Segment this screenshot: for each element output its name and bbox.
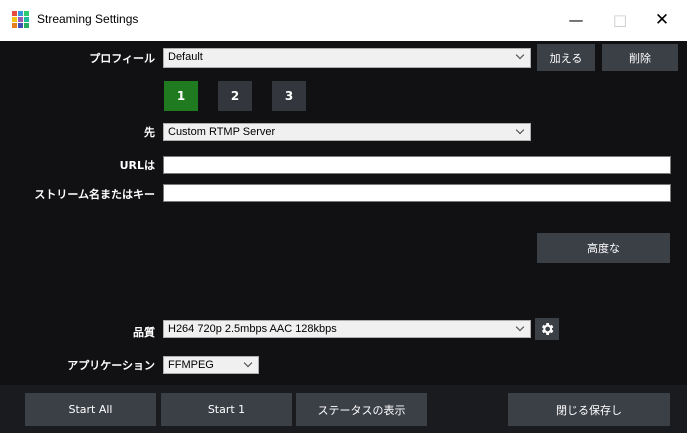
quality-select[interactable]: H264 720p 2.5mbps AAC 128kbps <box>163 320 531 338</box>
quality-settings-button[interactable] <box>535 318 559 340</box>
stream-key-label: ストリーム名またはキー <box>34 188 155 201</box>
add-profile-label: 加える <box>549 51 583 65</box>
application-label: アプリケーション <box>67 359 155 372</box>
advanced-button[interactable]: 高度な <box>537 233 670 263</box>
app-icon-cell <box>18 23 23 28</box>
app-icon-cell <box>18 17 23 22</box>
save-and-close-button[interactable]: 閉じる保存し <box>508 393 670 426</box>
save-and-close-label: 閉じる保存し <box>556 403 622 417</box>
app-icon-cell <box>12 23 17 28</box>
show-status-label: ステータスの表示 <box>317 403 406 417</box>
advanced-label: 高度な <box>587 242 620 255</box>
url-field[interactable] <box>163 156 671 174</box>
streaming-settings-window: Streaming Settings — □ ✕ プロフィール Default … <box>0 0 687 433</box>
tab-2[interactable]: 2 <box>218 81 252 111</box>
minimize-icon: — <box>568 11 584 29</box>
delete-profile-button[interactable]: 削除 <box>602 44 678 71</box>
chevron-down-icon <box>517 127 524 134</box>
profile-label: プロフィール <box>89 52 155 65</box>
destination-select-value: Custom RTMP Server <box>168 126 276 138</box>
url-label: URLは <box>119 159 155 172</box>
maximize-icon: □ <box>612 11 628 29</box>
application-select[interactable]: FFMPEG <box>163 356 259 374</box>
destination-select[interactable]: Custom RTMP Server <box>163 123 531 141</box>
tab-1[interactable]: 1 <box>164 81 198 111</box>
tab-3[interactable]: 3 <box>272 81 306 111</box>
title-bar: Streaming Settings — □ ✕ <box>0 0 687 41</box>
quality-label: 品質 <box>133 326 155 339</box>
app-icon-cell <box>12 11 17 16</box>
close-icon: ✕ <box>654 10 670 30</box>
app-icon-cell <box>18 11 23 16</box>
stream-key-field[interactable] <box>163 184 671 202</box>
profile-select-value: Default <box>168 51 203 63</box>
app-icon-cell <box>24 11 29 16</box>
chevron-down-icon <box>245 360 252 367</box>
tab-2-label: 2 <box>230 89 240 103</box>
tab-3-label: 3 <box>284 89 294 103</box>
app-icon-cell <box>24 23 29 28</box>
gear-icon <box>542 323 554 335</box>
application-select-value: FFMPEG <box>168 359 214 371</box>
destination-label: 先 <box>144 126 155 139</box>
start-all-button[interactable]: Start All <box>25 393 156 426</box>
tab-1-label: 1 <box>176 89 186 103</box>
start-one-button[interactable]: Start 1 <box>161 393 292 426</box>
add-profile-button[interactable]: 加える <box>537 44 595 71</box>
quality-select-value: H264 720p 2.5mbps AAC 128kbps <box>168 323 337 335</box>
start-all-label: Start All <box>68 403 113 416</box>
start-one-label: Start 1 <box>207 403 246 416</box>
minimize-button[interactable]: — <box>556 6 596 34</box>
app-icon-cell <box>12 17 17 22</box>
app-icon-cell <box>24 17 29 22</box>
maximize-button[interactable]: □ <box>600 6 640 34</box>
close-button[interactable]: ✕ <box>642 6 682 34</box>
delete-profile-label: 削除 <box>629 51 651 65</box>
profile-select[interactable]: Default <box>163 48 531 68</box>
chevron-down-icon <box>517 52 524 59</box>
chevron-down-icon <box>517 324 524 331</box>
show-status-button[interactable]: ステータスの表示 <box>296 393 427 426</box>
window-title: Streaming Settings <box>37 12 139 26</box>
app-grid-icon <box>12 11 30 29</box>
